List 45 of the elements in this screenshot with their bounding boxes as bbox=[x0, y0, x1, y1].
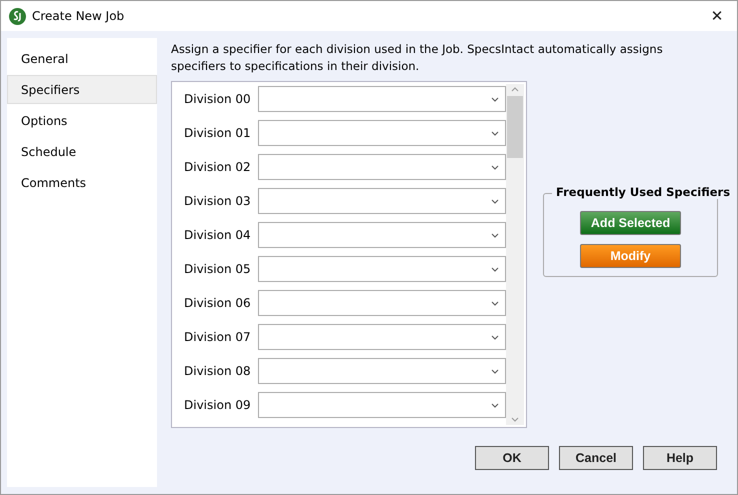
chevron-down-icon bbox=[491, 368, 499, 374]
specifier-dropdown[interactable] bbox=[258, 188, 506, 214]
division-label: Division 07 bbox=[184, 330, 252, 344]
instructions-text: Assign a specifier for each division used in the Job. SpecsIntact automatically assigns specifiers to specifications in their division. bbox=[171, 41, 664, 75]
division-label: Division 04 bbox=[184, 228, 252, 242]
specifier-dropdown[interactable] bbox=[258, 290, 506, 316]
specifier-dropdown[interactable] bbox=[258, 358, 506, 384]
division-label: Division 03 bbox=[184, 194, 252, 208]
division-label: Division 01 bbox=[184, 126, 252, 140]
specifier-dropdown[interactable] bbox=[258, 256, 506, 282]
division-label: Division 08 bbox=[184, 364, 252, 378]
specifier-dropdown[interactable] bbox=[258, 154, 506, 180]
cancel-button[interactable]: Cancel bbox=[559, 446, 633, 470]
specifier-dropdown[interactable] bbox=[258, 222, 506, 248]
division-label: Division 02 bbox=[184, 160, 252, 174]
ok-button[interactable]: OK bbox=[475, 446, 549, 470]
division-label: Division 05 bbox=[184, 262, 252, 276]
chevron-down-icon bbox=[491, 334, 499, 340]
scrollbar[interactable] bbox=[506, 84, 524, 425]
help-button[interactable]: Help bbox=[643, 446, 717, 470]
sidebar-item[interactable]: Specifiers bbox=[7, 75, 157, 104]
sidebar-item[interactable]: General bbox=[7, 44, 157, 73]
chevron-down-icon bbox=[491, 402, 499, 408]
window-title: Create New Job bbox=[32, 9, 126, 23]
chevron-down-icon bbox=[491, 266, 499, 272]
sidebar-item[interactable]: Options bbox=[7, 106, 157, 135]
chevron-down-icon bbox=[491, 164, 499, 170]
chevron-down-icon bbox=[491, 232, 499, 238]
sidebar-item[interactable]: Comments bbox=[7, 168, 157, 197]
close-button[interactable]: ✕ bbox=[705, 7, 729, 25]
specifier-dropdown[interactable] bbox=[258, 392, 506, 418]
specifier-dropdown[interactable] bbox=[258, 120, 506, 146]
division-label: Division 06 bbox=[184, 296, 252, 310]
scroll-thumb[interactable] bbox=[507, 96, 523, 158]
specifier-dropdown[interactable] bbox=[258, 324, 506, 350]
chevron-down-icon bbox=[491, 300, 499, 306]
division-label: Division 00 bbox=[184, 92, 252, 106]
add-selected-button[interactable]: Add Selected bbox=[580, 210, 681, 234]
division-label: Division 09 bbox=[184, 398, 252, 412]
app-logo-icon bbox=[9, 8, 26, 24]
chevron-down-icon bbox=[491, 96, 499, 102]
sidebar-item[interactable]: Schedule bbox=[7, 137, 157, 166]
chevron-down-icon bbox=[491, 198, 499, 204]
chevron-down-icon bbox=[491, 130, 499, 136]
specifier-dropdown[interactable] bbox=[258, 86, 506, 112]
